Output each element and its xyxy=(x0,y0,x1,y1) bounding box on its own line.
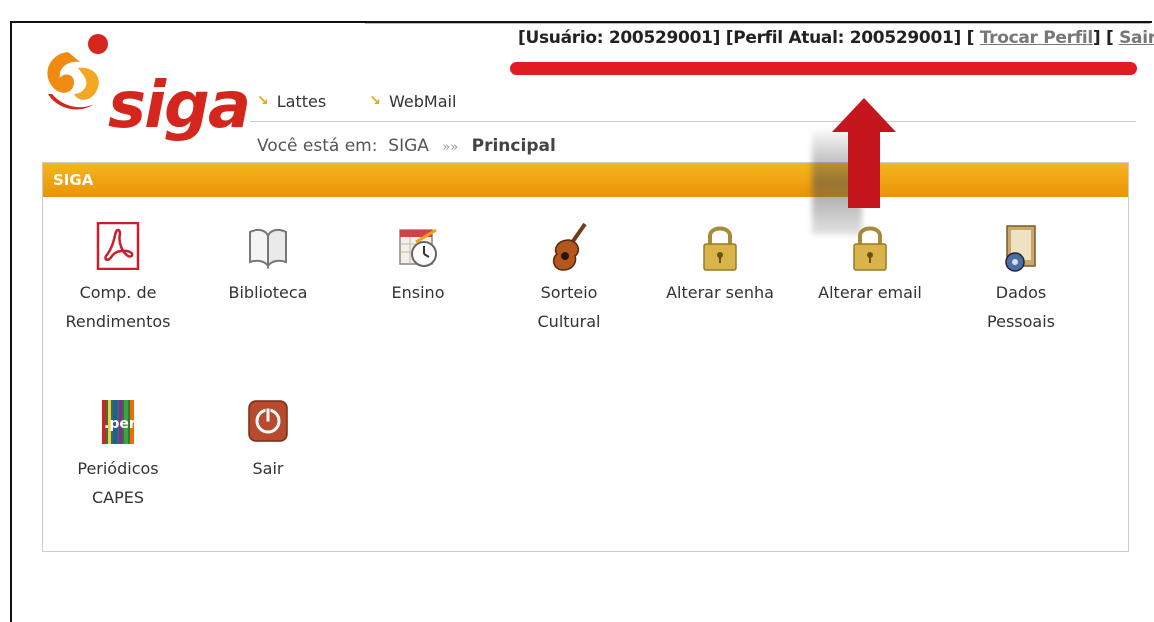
guitar-icon xyxy=(547,222,591,271)
biblioteca-item[interactable]: Biblioteca xyxy=(198,222,338,307)
item-label: Biblioteca xyxy=(228,283,308,302)
item-label: Alterar email xyxy=(818,283,922,302)
breadcrumb-current: Principal xyxy=(471,136,556,156)
sair-item[interactable]: Sair xyxy=(198,398,338,483)
pdf-icon xyxy=(96,221,140,271)
item-label: Alterar senha xyxy=(666,283,774,302)
padlock-icon xyxy=(698,222,742,271)
bracket-close: ] xyxy=(1092,28,1101,48)
up-arrow-icon xyxy=(832,98,896,208)
calendar-clock-icon xyxy=(396,222,440,270)
user-label: [Usuário: 200529001] xyxy=(518,28,721,48)
highlight-underline xyxy=(510,62,1137,75)
contact-card-icon xyxy=(999,222,1043,272)
top-links: ↘ Lattes ↘ WebMail xyxy=(257,90,494,111)
siga-logo[interactable]: siga xyxy=(38,32,251,152)
svg-text:.per: .per xyxy=(104,416,136,432)
switch-profile-link[interactable]: Trocar Perfil xyxy=(980,28,1093,48)
lattes-link-label: Lattes xyxy=(276,91,327,111)
arrow-down-right-icon: ↘ xyxy=(257,93,269,109)
links-divider xyxy=(250,121,1136,122)
book-icon xyxy=(246,222,290,270)
item-label: Periódicos CAPES xyxy=(77,459,159,507)
breadcrumb-prefix: Você está em: xyxy=(257,136,378,156)
item-label: Sair xyxy=(252,459,284,478)
ensino-item[interactable]: Ensino xyxy=(348,222,488,307)
sorteio-cultural-item[interactable]: Sorteio Cultural xyxy=(499,222,639,336)
logout-link[interactable]: Sair xyxy=(1119,28,1154,48)
item-label: Sorteio Cultural xyxy=(537,283,601,331)
user-bar: [Usuário: 200529001] [Perfil Atual: 2005… xyxy=(518,28,1154,48)
alterar-senha-item[interactable]: Alterar senha xyxy=(650,222,790,307)
breadcrumb: Você está em: SIGA »» Principal xyxy=(257,136,556,156)
comp-rendimentos-item[interactable]: Comp. de Rendimentos xyxy=(48,221,188,336)
profile-label: [Perfil Atual: 200529001] xyxy=(725,28,962,48)
logo-text: siga xyxy=(108,69,251,143)
dados-pessoais-item[interactable]: Dados Pessoais xyxy=(951,222,1091,336)
panel-header: SIGA xyxy=(43,163,1128,197)
lattes-link[interactable]: ↘ Lattes xyxy=(257,92,326,111)
periodicos-capes-item[interactable]: .per Periódicos CAPES xyxy=(48,398,188,512)
arrow-down-right-icon: ↘ xyxy=(369,93,382,109)
item-label: Comp. de Rendimentos xyxy=(65,283,171,331)
breadcrumb-separator: »» xyxy=(442,140,459,155)
bracket-open: [ xyxy=(1106,28,1114,48)
webmail-link-label: WebMail xyxy=(389,91,457,111)
top-divider xyxy=(365,23,1150,24)
power-icon xyxy=(246,398,290,446)
item-label: Dados Pessoais xyxy=(987,283,1055,331)
bracket-open: [ xyxy=(966,28,975,48)
periodicos-icon: .per xyxy=(96,398,140,446)
siga-panel: SIGA xyxy=(42,162,1129,552)
webmail-link[interactable]: ↘ WebMail xyxy=(369,92,456,111)
item-label: Ensino xyxy=(391,283,445,302)
breadcrumb-root[interactable]: SIGA xyxy=(388,136,429,156)
logo-mark-icon xyxy=(47,34,108,110)
